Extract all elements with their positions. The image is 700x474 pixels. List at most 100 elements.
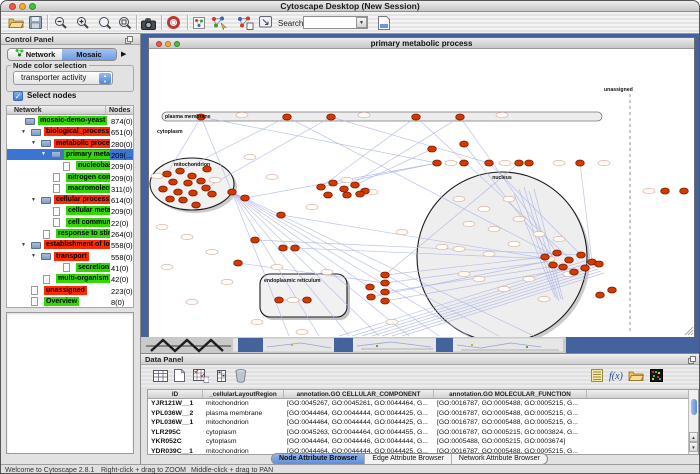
network-label[interactable]: Overview <box>44 297 79 306</box>
graph-node[interactable] <box>680 188 689 194</box>
graph-node[interactable] <box>460 160 469 166</box>
graph-node[interactable] <box>381 272 390 278</box>
search-dropdown-arrow-icon[interactable]: ▼ <box>356 17 367 28</box>
frame-minimize-button[interactable] <box>165 41 171 47</box>
graph-node[interactable] <box>340 186 349 192</box>
table-cell[interactable]: [GO:0016787, GO:0005488, GO:0005215, G..… <box>434 409 587 419</box>
graph-node[interactable] <box>163 171 172 177</box>
browser-tab[interactable]: Edge Attribute Browser <box>364 454 451 464</box>
graph-node[interactable] <box>381 289 390 295</box>
graph-node[interactable] <box>228 189 237 195</box>
graph-node[interactable] <box>251 237 260 243</box>
tab-mosaic[interactable]: Mosaic <box>62 49 116 60</box>
select-attributes-icon[interactable] <box>153 369 168 387</box>
graph-node[interactable] <box>576 160 585 166</box>
graph-node[interactable] <box>577 252 586 258</box>
expander-icon[interactable]: ▼ <box>21 242 26 248</box>
graph-node[interactable] <box>166 196 175 202</box>
tree-row[interactable]: response to stimulu264(0) <box>7 228 134 239</box>
graph-node[interactable] <box>234 260 243 266</box>
new-attribute-icon[interactable] <box>174 369 185 387</box>
network-label[interactable]: transport <box>54 252 89 261</box>
browser-tab[interactable]: Network Attribute Browser <box>451 454 547 464</box>
table-cell[interactable]: YDR039C__1 <box>148 447 203 456</box>
graph-node[interactable] <box>559 264 568 270</box>
table-column-header[interactable]: annotation.GO CELLULAR_COMPONENT <box>284 390 434 399</box>
select-nodes-checkbox[interactable]: ✓ <box>13 91 23 101</box>
tab-scroll-arrow-icon[interactable]: ▶ <box>121 50 126 58</box>
graph-node[interactable] <box>565 257 574 263</box>
expander-icon[interactable]: ▼ <box>41 151 46 157</box>
scrollbar-thumb[interactable] <box>691 399 697 415</box>
table-cell[interactable]: YJR121W__1 <box>148 399 203 409</box>
graph-node[interactable] <box>179 197 188 203</box>
tree-row[interactable]: multi-organism pro42(0) <box>7 273 134 284</box>
zoom-selected-icon[interactable] <box>98 16 112 35</box>
layout-icon[interactable] <box>193 16 205 34</box>
graph-node[interactable] <box>279 245 288 251</box>
graph-node[interactable] <box>241 195 250 201</box>
tree-row[interactable]: ▼transport558(0) <box>7 251 134 262</box>
tree-row[interactable]: mosaic-demo-yeast874(0) <box>7 115 134 126</box>
graph-node[interactable] <box>596 292 605 298</box>
table-cell[interactable]: YLR295C <box>148 428 203 438</box>
network-label[interactable]: cellular process <box>54 195 110 204</box>
tab-network[interactable]: Network <box>8 49 62 60</box>
network-label[interactable]: macromolecule <box>66 184 110 193</box>
tree-row[interactable]: unassigned223(0) <box>7 285 134 296</box>
import-attributes-folder-icon[interactable] <box>628 369 644 387</box>
table-cell[interactable]: [GO:0044464, GO:0044446, GO:0044444, G..… <box>284 437 434 447</box>
graph-node[interactable] <box>159 186 168 192</box>
network-label[interactable]: multi-organism pro <box>56 274 110 283</box>
scroll-up-icon[interactable]: ▲ <box>689 432 698 442</box>
graph-node[interactable] <box>351 182 360 188</box>
network-label[interactable]: response to stimulu <box>56 229 110 238</box>
network-label[interactable]: cellular metabo <box>66 206 110 215</box>
apply-layout-style-icon[interactable] <box>237 16 254 35</box>
table-cell[interactable]: plasma membrane <box>203 409 284 419</box>
table-cell[interactable]: [GO:0016787, GO:0005488, GO:0005215, G..… <box>434 399 587 409</box>
graph-node[interactable] <box>275 297 284 303</box>
import-network-icon[interactable] <box>378 16 390 35</box>
graph-node[interactable] <box>197 178 206 184</box>
scroll-down-icon[interactable]: ▼ <box>689 442 698 452</box>
tree-row[interactable]: ▼establishment of lo558(0) <box>7 239 134 250</box>
network-label[interactable]: mosaic-demo-yeast <box>38 116 107 125</box>
graph-node[interactable] <box>549 262 558 268</box>
graph-node[interactable] <box>366 284 375 290</box>
graph-node[interactable] <box>184 180 193 186</box>
frame-close-button[interactable] <box>156 41 162 47</box>
graph-node[interactable] <box>174 189 183 195</box>
table-cell[interactable]: mitochondrion <box>203 399 284 409</box>
zoom-in-icon[interactable] <box>76 16 90 35</box>
attribute-matrix-icon[interactable] <box>217 369 226 387</box>
graph-node[interactable] <box>661 188 670 194</box>
table-cell[interactable]: YKR052C <box>148 437 203 447</box>
graph-node[interactable] <box>456 114 465 120</box>
attribute-checkbox-matrix-icon[interactable] <box>193 369 209 388</box>
delete-attribute-trash-icon[interactable] <box>235 369 247 388</box>
graph-node[interactable] <box>192 202 201 208</box>
graph-node[interactable] <box>412 114 421 120</box>
tree-row[interactable]: ▼metabolic process280(0) <box>7 138 134 149</box>
expander-icon[interactable]: ▼ <box>21 129 26 135</box>
combobox-stepper-icon[interactable]: ▲▼ <box>99 73 111 84</box>
table-column-header[interactable]: ID <box>148 390 203 399</box>
expander-icon[interactable]: ▼ <box>31 140 36 146</box>
graph-node[interactable] <box>485 160 494 166</box>
graph-node[interactable] <box>515 160 524 166</box>
graph-node[interactable] <box>608 287 617 293</box>
table-cell[interactable]: YPL036W__1 <box>148 418 203 428</box>
tree-row[interactable]: cell communicat22(0) <box>7 217 134 228</box>
graph-node[interactable] <box>381 298 390 304</box>
graph-node[interactable] <box>317 184 326 190</box>
graph-node[interactable] <box>570 269 579 275</box>
tree-row[interactable]: nucleobase-209(0) <box>7 160 134 171</box>
graph-node[interactable] <box>188 173 197 179</box>
graph-node[interactable] <box>327 114 336 120</box>
network-frame-titlebar[interactable]: primary metabolic process <box>149 38 694 49</box>
resize-grip-icon[interactable] <box>685 327 693 335</box>
table-cell[interactable]: [GO:0016787, GO:0005488, GO:0005215, G..… <box>434 418 587 428</box>
attribute-list-icon[interactable] <box>591 369 603 387</box>
graph-node[interactable] <box>277 212 286 218</box>
